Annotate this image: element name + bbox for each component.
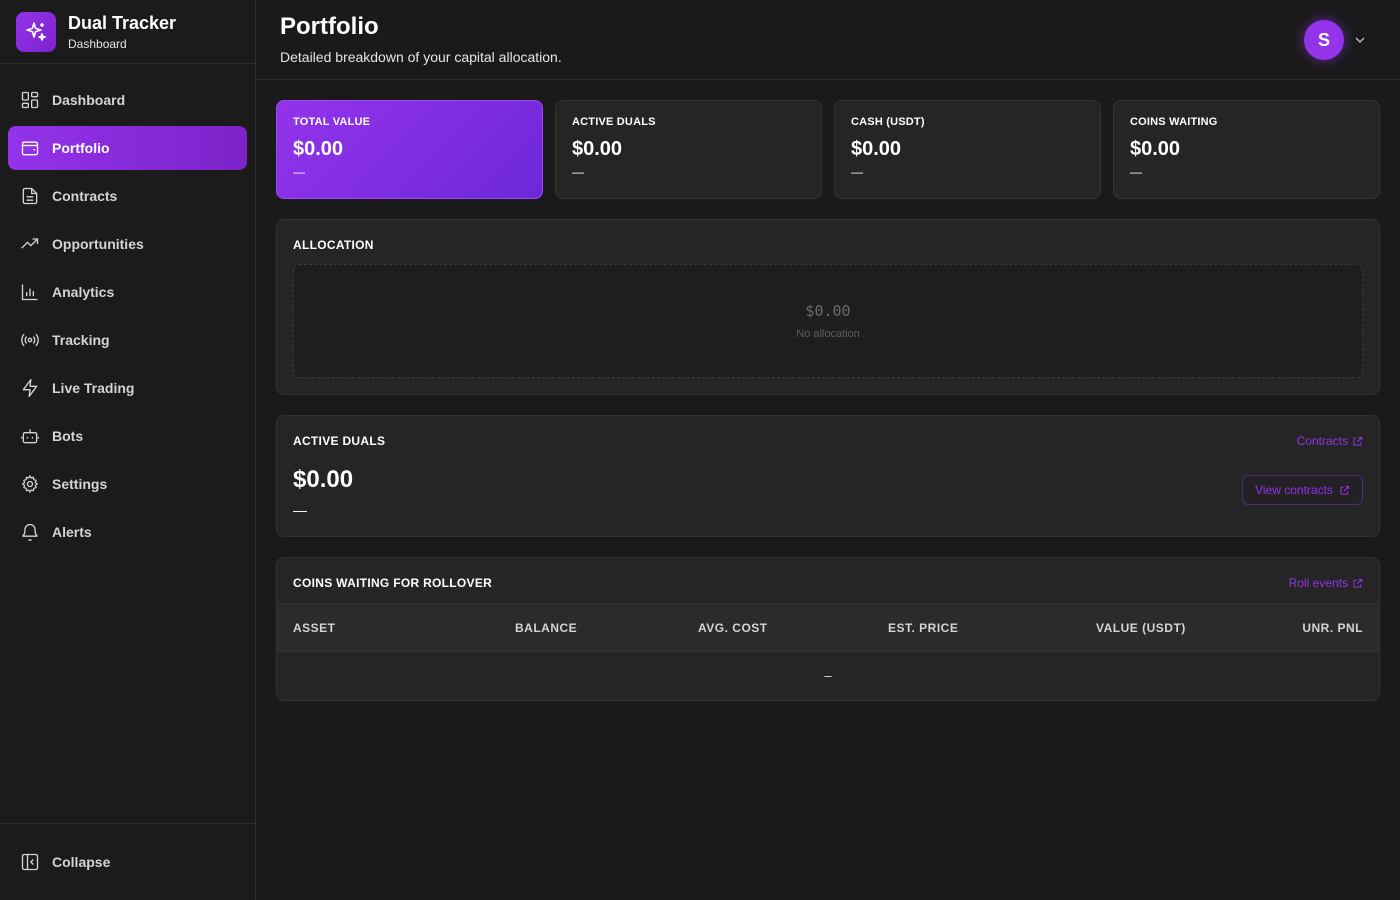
chevron-down-icon[interactable]: [1352, 32, 1368, 48]
allocation-caption: No allocation: [796, 328, 860, 340]
wallet-icon: [21, 141, 39, 156]
stat-card-active-duals: ACTIVE DUALS $0.00 —: [555, 100, 822, 199]
app-title: Dual Tracker: [68, 12, 177, 33]
stat-card-total-value: TOTAL VALUE $0.00 —: [276, 100, 543, 199]
active-duals-title: ACTIVE DUALS: [293, 434, 386, 448]
rollover-title: COINS WAITING FOR ROLLOVER: [293, 576, 493, 590]
stat-sub: —: [572, 165, 584, 179]
grid-icon: [21, 91, 39, 109]
column-header-value[interactable]: VALUE (USDT): [1096, 621, 1186, 635]
broadcast-icon: [21, 333, 39, 347]
stat-value: $0.00: [293, 138, 344, 160]
page-subtitle: Detailed breakdown of your capital alloc…: [280, 49, 562, 65]
bar-chart-icon: [21, 284, 38, 301]
sidebar-item-analytics[interactable]: Analytics: [8, 270, 247, 314]
stat-sub: —: [293, 165, 305, 179]
allocation-title: ALLOCATION: [293, 238, 374, 252]
sidebar-item-opportunities[interactable]: Opportunities: [8, 222, 247, 266]
column-header-unr-pnl[interactable]: UNR. PNL: [1302, 621, 1363, 635]
brand[interactable]: Dual Tracker Dashboard: [0, 0, 255, 64]
rollover-table-header: ASSET BALANCE AVG. COST EST. PRICE VALUE…: [277, 603, 1379, 652]
column-header-balance[interactable]: BALANCE: [515, 621, 577, 635]
app-subtitle: Dashboard: [68, 36, 127, 51]
sidebar-item-alerts[interactable]: Alerts: [8, 510, 247, 554]
stat-label: COINS WAITING: [1130, 116, 1218, 128]
stat-card-coins-waiting: COINS WAITING $0.00 —: [1113, 100, 1380, 199]
column-header-est-price[interactable]: EST. PRICE: [888, 621, 958, 635]
sidebar-item-tracking[interactable]: Tracking: [8, 318, 247, 362]
trending-up-icon: [21, 238, 39, 249]
active-duals-panel: ACTIVE DUALS Contracts $0.00 — View cont…: [276, 415, 1380, 537]
sidebar-collapse-icon: [21, 853, 39, 871]
rollover-empty-row: –: [824, 668, 832, 683]
page-title: Portfolio: [280, 13, 379, 40]
sidebar-item-label: Bots: [52, 428, 84, 444]
avatar[interactable]: S: [1304, 20, 1344, 60]
active-duals-sub: —: [293, 502, 307, 518]
sidebar-item-label: Contracts: [52, 188, 118, 204]
stat-sub: —: [851, 165, 863, 179]
sidebar-item-label: Live Trading: [52, 380, 135, 396]
external-link-icon: [1340, 485, 1350, 495]
roll-events-label: Roll events: [1288, 576, 1348, 590]
contracts-link-label: Contracts: [1296, 434, 1348, 448]
sidebar-item-live-trading[interactable]: Live Trading: [8, 366, 247, 410]
sidebar-item-portfolio[interactable]: Portfolio: [8, 126, 247, 170]
sidebar-item-settings[interactable]: Settings: [8, 462, 247, 506]
collapse-button[interactable]: Collapse: [8, 840, 247, 884]
stat-value: $0.00: [851, 138, 902, 160]
view-contracts-button[interactable]: View contracts: [1242, 475, 1363, 505]
view-contracts-label: View contracts: [1255, 483, 1333, 497]
page-header: Portfolio Detailed breakdown of your cap…: [256, 0, 1400, 80]
document-icon: [22, 187, 38, 205]
lightning-icon: [22, 379, 38, 397]
sidebar-item-label: Settings: [52, 476, 108, 492]
sidebar-item-label: Portfolio: [52, 140, 110, 156]
column-header-asset[interactable]: ASSET: [293, 621, 336, 635]
sidebar-item-label: Analytics: [52, 284, 115, 300]
sidebar-item-label: Opportunities: [52, 236, 144, 252]
stat-value: $0.00: [572, 138, 623, 160]
sidebar: Dual Tracker Dashboard Dashboard Portfol…: [0, 0, 256, 900]
stat-card-cash: CASH (USDT) $0.00 —: [834, 100, 1101, 199]
roll-events-link[interactable]: Roll events: [1289, 576, 1363, 590]
stat-label: TOTAL VALUE: [293, 116, 371, 128]
sidebar-item-contracts[interactable]: Contracts: [8, 174, 247, 218]
sidebar-item-bots[interactable]: Bots: [8, 414, 247, 458]
gear-icon: [21, 474, 39, 494]
sidebar-footer: Collapse: [0, 823, 255, 900]
allocation-chart-empty: $0.00 No allocation: [293, 264, 1363, 378]
external-link-icon: [1353, 436, 1363, 446]
sidebar-item-label: Tracking: [52, 332, 110, 348]
stat-sub: —: [1130, 165, 1142, 179]
stat-label: ACTIVE DUALS: [572, 116, 656, 128]
sidebar-nav: Dashboard Portfolio Contracts Opportunit…: [8, 78, 247, 558]
allocation-panel: ALLOCATION $0.00 No allocation: [276, 219, 1380, 395]
collapse-label: Collapse: [52, 854, 111, 870]
sidebar-item-label: Dashboard: [52, 92, 126, 108]
contracts-link[interactable]: Contracts: [1297, 434, 1363, 448]
active-duals-value: $0.00: [293, 466, 354, 493]
stat-value: $0.00: [1130, 138, 1181, 160]
sidebar-item-dashboard[interactable]: Dashboard: [8, 78, 247, 122]
allocation-value: $0.00: [805, 302, 851, 320]
sidebar-item-label: Alerts: [52, 524, 92, 540]
bot-icon: [21, 429, 39, 444]
external-link-icon: [1353, 578, 1363, 588]
rollover-panel: COINS WAITING FOR ROLLOVER Roll events A…: [276, 557, 1380, 701]
stat-label: CASH (USDT): [851, 116, 925, 128]
sparkles-icon: [16, 11, 56, 52]
column-header-avg-cost[interactable]: AVG. COST: [698, 621, 768, 635]
bell-icon: [22, 523, 38, 541]
